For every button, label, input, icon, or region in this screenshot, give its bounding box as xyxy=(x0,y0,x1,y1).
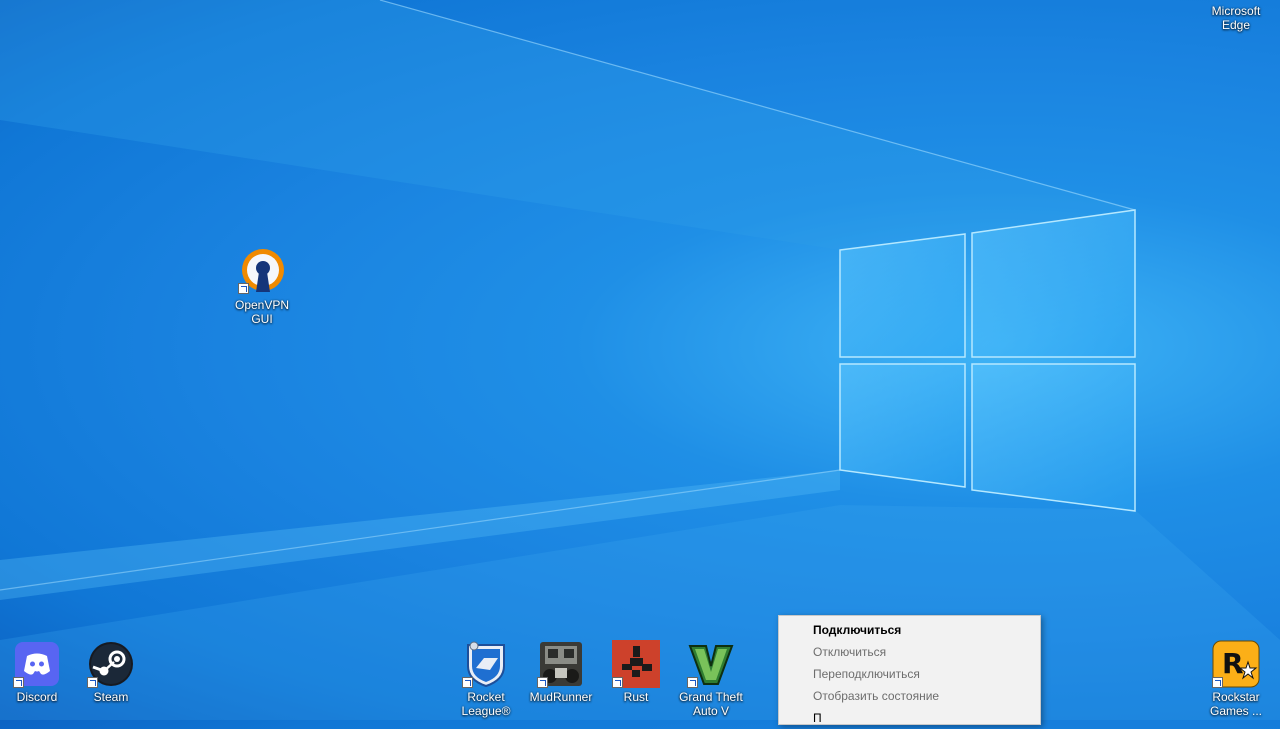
gta-v-icon xyxy=(687,640,735,688)
desktop-icon-openvpn-gui[interactable]: OpenVPN GUI xyxy=(225,246,299,326)
steam-icon xyxy=(87,640,135,688)
menu-item-connect[interactable]: Подключиться xyxy=(779,619,1040,641)
mudrunner-icon xyxy=(537,640,585,688)
rocket-league-icon xyxy=(462,640,510,688)
wallpaper xyxy=(0,0,1280,720)
desktop-icon-discord[interactable]: Discord xyxy=(0,640,74,704)
desktop-icon-label: Rockstar Games ... xyxy=(1209,690,1262,718)
windows-logo xyxy=(839,209,1136,512)
discord-icon xyxy=(13,640,61,688)
desktop-icon-rockstar-games[interactable]: R Rockstar Games ... xyxy=(1199,640,1273,718)
menu-item-disconnect[interactable]: Отключиться xyxy=(779,641,1040,663)
desktop-icon-label: OpenVPN GUI xyxy=(234,298,290,326)
shortcut-arrow-icon xyxy=(537,677,548,688)
shortcut-arrow-icon xyxy=(612,677,623,688)
desktop-icon-steam[interactable]: Steam xyxy=(74,640,148,704)
desktop-icon-label: Microsoft Edge xyxy=(1211,4,1261,32)
menu-item-show-status[interactable]: Отобразить состояние xyxy=(779,685,1040,707)
shortcut-arrow-icon xyxy=(87,677,98,688)
desktop-icon-label: MudRunner xyxy=(529,690,593,704)
rust-icon xyxy=(612,640,660,688)
desktop-icon-rust[interactable]: Rust xyxy=(599,640,673,704)
desktop-icon-rocket-league[interactable]: Rocket League® xyxy=(449,640,523,718)
desktop-icon-mudrunner[interactable]: MudRunner xyxy=(524,640,598,704)
svg-text:R: R xyxy=(1222,647,1244,680)
openvpn-icon xyxy=(238,246,286,294)
desktop-icon-microsoft-edge[interactable]: Microsoft Edge xyxy=(1199,0,1273,32)
desktop-icon-label: Rocket League® xyxy=(461,690,511,718)
desktop-icon-label: Rust xyxy=(623,690,649,704)
openvpn-context-menu: Подключиться Отключиться Переподключитьс… xyxy=(778,615,1041,725)
desktop-icon-gta-v[interactable]: Grand Theft Auto V xyxy=(674,640,748,718)
shortcut-arrow-icon xyxy=(238,283,249,294)
shortcut-arrow-icon xyxy=(13,677,24,688)
shortcut-arrow-icon xyxy=(687,677,698,688)
rockstar-games-icon: R xyxy=(1212,640,1260,688)
desktop-icon-label: Discord xyxy=(16,690,58,704)
desktop-icon-label: Steam xyxy=(93,690,129,704)
shortcut-arrow-icon xyxy=(1212,677,1223,688)
desktop-icon-label: Grand Theft Auto V xyxy=(679,690,743,718)
menu-item-reconnect[interactable]: Переподключиться xyxy=(779,663,1040,685)
menu-item-partial[interactable]: П xyxy=(779,707,1040,729)
shortcut-arrow-icon xyxy=(462,677,473,688)
